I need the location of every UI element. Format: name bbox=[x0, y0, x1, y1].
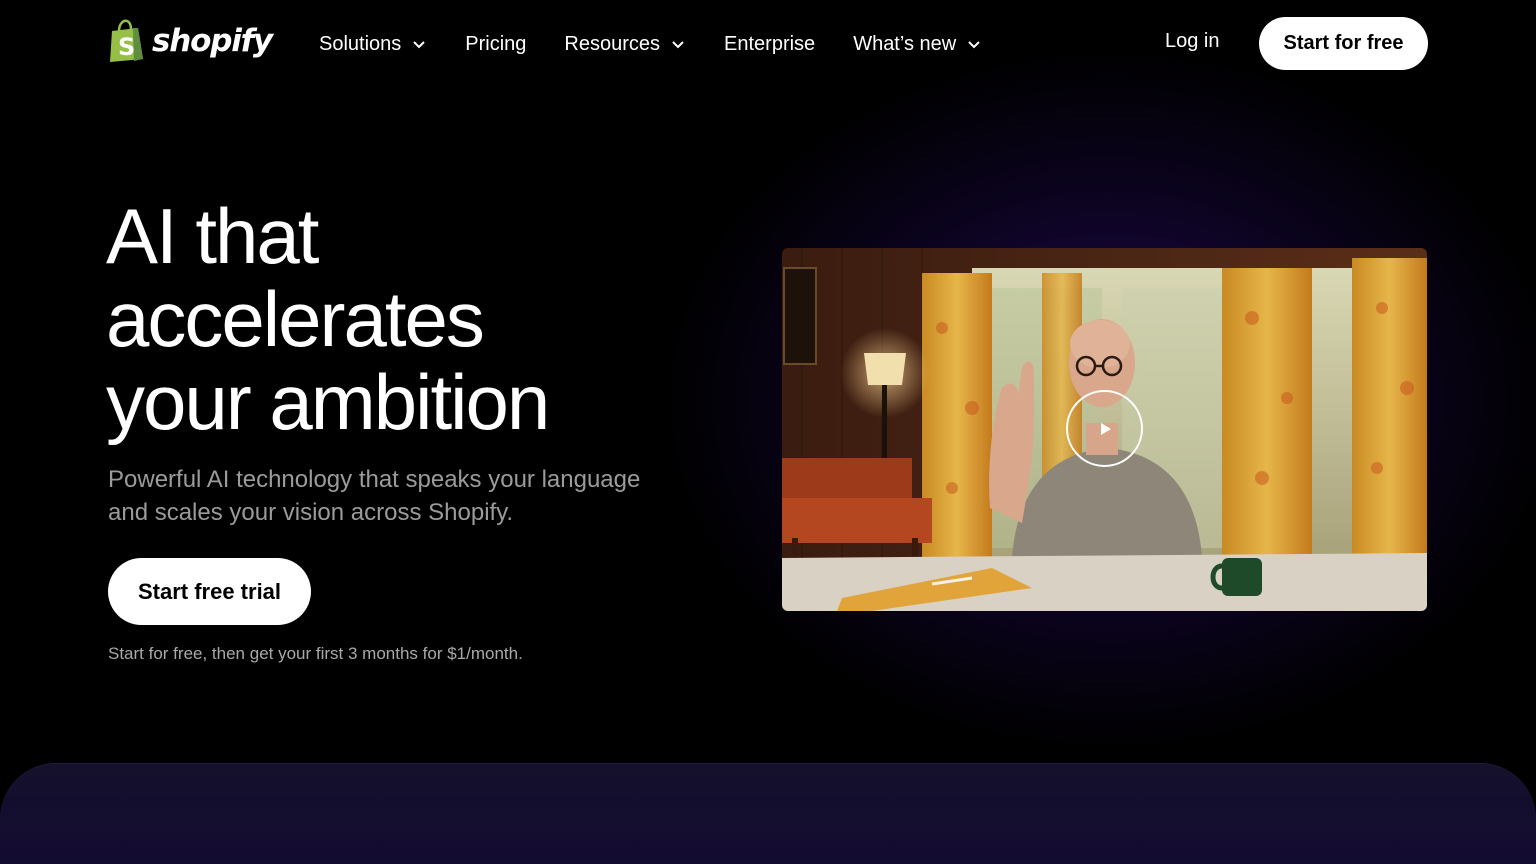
start-free-trial-button[interactable]: Start free trial bbox=[108, 558, 311, 625]
next-section-panel bbox=[0, 763, 1536, 864]
play-button[interactable] bbox=[1066, 390, 1143, 467]
start-for-free-button[interactable]: Start for free bbox=[1259, 17, 1428, 70]
hero-subhead: Powerful AI technology that speaks your … bbox=[108, 466, 641, 526]
chevron-down-icon bbox=[968, 41, 980, 49]
svg-text:S: S bbox=[118, 33, 135, 61]
headline-line: accelerates bbox=[106, 275, 485, 363]
hero-video[interactable] bbox=[782, 248, 1427, 611]
shopify-logo[interactable]: S shopify bbox=[108, 19, 273, 68]
headline-line: AI that bbox=[106, 192, 319, 280]
nav-item-solutions[interactable]: Solutions bbox=[319, 33, 427, 56]
chevron-down-icon bbox=[672, 41, 684, 49]
nav-item-label: Pricing bbox=[465, 32, 527, 55]
page: S shopify Solutions Pricing Resources En… bbox=[0, 0, 1536, 864]
nav-item-resources[interactable]: Resources bbox=[564, 33, 686, 56]
nav-menu: Solutions Pricing Resources Enterprise W… bbox=[319, 30, 1020, 58]
pricing-fine-print: Start for free, then get your first 3 mo… bbox=[108, 644, 523, 663]
nav-item-pricing[interactable]: Pricing bbox=[465, 33, 526, 56]
top-nav: S shopify Solutions Pricing Resources En… bbox=[0, 0, 1536, 88]
play-icon bbox=[1100, 422, 1111, 435]
chevron-down-icon bbox=[413, 41, 425, 49]
nav-item-label: Enterprise bbox=[724, 32, 816, 55]
nav-item-whats-new[interactable]: What’s new bbox=[853, 33, 982, 56]
headline-line: your ambition bbox=[106, 358, 550, 446]
nav-item-label: What’s new bbox=[853, 32, 957, 55]
nav-item-label: Solutions bbox=[319, 32, 402, 55]
nav-item-enterprise[interactable]: Enterprise bbox=[724, 33, 815, 56]
login-link[interactable]: Log in bbox=[1165, 30, 1220, 53]
logo-wordmark: shopify bbox=[152, 23, 273, 59]
nav-item-label: Resources bbox=[564, 32, 661, 55]
shopify-bag-icon: S bbox=[108, 19, 146, 68]
hero-headline: AI that accelerates your ambition bbox=[106, 195, 726, 444]
